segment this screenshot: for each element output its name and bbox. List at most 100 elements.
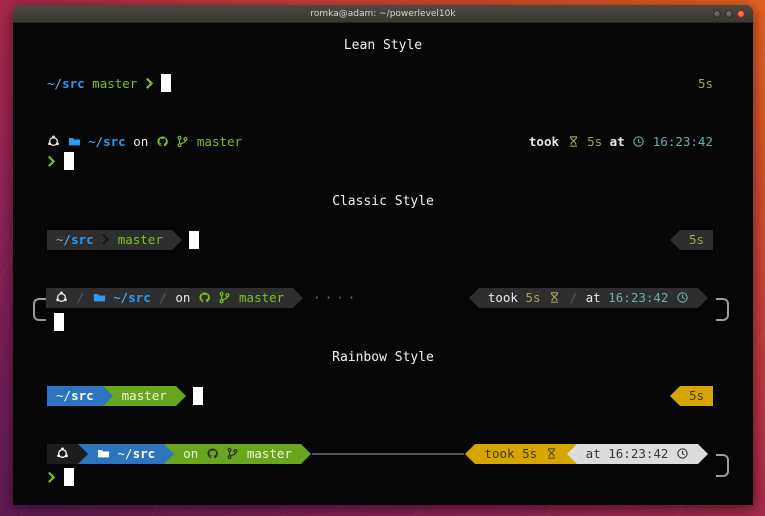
powerline-arrow [698, 288, 708, 308]
command-duration: 5s [698, 74, 713, 94]
text-cursor [161, 74, 171, 92]
home-path: ~/ [47, 76, 62, 91]
heading-text: Rainbow Style [332, 350, 434, 365]
classic-prompt-single: ~/src master 5s [47, 230, 713, 250]
heading-text: Classic Style [332, 194, 434, 209]
home-path: ~/ [56, 388, 71, 403]
prompt-chevron-icon [47, 155, 56, 168]
powerline-arrow [301, 444, 311, 464]
powerline-arrow [172, 230, 182, 250]
took-label: took [529, 134, 559, 149]
home-path: ~/ [88, 134, 103, 149]
terminal-content[interactable]: Lean Style ~/src master 5s ~/src on [13, 23, 753, 505]
duration-segment: 5s [680, 230, 713, 250]
segment-separator-icon [101, 233, 110, 246]
powerline-arrow [465, 444, 475, 464]
rainbow-left-prompt: ~/src master [47, 386, 203, 406]
hourglass-icon [545, 447, 558, 460]
segment-separator: / [159, 290, 167, 305]
github-octocat-icon [206, 447, 219, 460]
minimize-button[interactable] [713, 10, 721, 18]
rainbow-right-prompt: 5s [670, 386, 713, 406]
dir-name: src [133, 446, 156, 461]
left-segments: / ~/src / on master [46, 288, 293, 308]
prompt-frame-left [33, 298, 46, 321]
path-segment: ~/src master [47, 230, 172, 250]
terminal-window: romka@adam: ~/powerlevel10k Lean Style ~… [13, 5, 753, 505]
powerline-arrow [293, 288, 303, 308]
git-branch-name: master [197, 134, 242, 149]
section-heading-classic: Classic Style [13, 192, 753, 212]
powerline-arrow [176, 386, 186, 406]
dir-name: src [62, 76, 85, 91]
timestamp: 16:23:42 [653, 134, 713, 149]
prompt-chevron-icon [47, 471, 56, 484]
text-cursor [189, 231, 199, 249]
clock-icon [676, 291, 689, 304]
lean-left-prompt: ~/src master [47, 74, 171, 94]
section-heading-lean: Lean Style [13, 36, 753, 56]
command-duration: 5s [525, 290, 540, 305]
os-ubuntu-icon [47, 135, 60, 148]
git-branch-name: master [118, 232, 163, 247]
os-ubuntu-icon [55, 291, 68, 304]
window-title: romka@adam: ~/powerlevel10k [310, 9, 455, 19]
on-label: on [183, 446, 198, 461]
timestamp: 16:23:42 [608, 446, 668, 461]
time-segment: at 16:23:42 [577, 444, 698, 464]
segment-separator [567, 444, 577, 464]
rainbow-input-line [47, 468, 74, 488]
lean-prompt-single: ~/src master 5s [47, 74, 713, 94]
rainbow-prompt-line1: ~/src on master took 5s [47, 444, 708, 464]
folder-icon [93, 291, 106, 304]
classic-right-prompt: 5s [670, 230, 713, 250]
git-branch-icon [226, 447, 239, 460]
os-segment [47, 444, 78, 464]
at-label: at [610, 134, 625, 149]
git-branch-name: master [247, 446, 292, 461]
classic-prompt-line1: / ~/src / on master ···· [46, 288, 708, 308]
home-path: ~/ [118, 446, 133, 461]
classic-input-line [46, 312, 64, 332]
lean-right-prompt: took 5s at 16:23:42 [529, 132, 713, 152]
window-controls [713, 10, 745, 18]
heading-text: Lean Style [344, 38, 422, 53]
prompt-frame-right [716, 454, 729, 477]
git-branch-name: master [239, 290, 284, 305]
github-octocat-icon [198, 291, 211, 304]
window-titlebar[interactable]: romka@adam: ~/powerlevel10k [13, 5, 753, 23]
text-cursor [64, 152, 74, 170]
git-branch-icon [176, 135, 189, 148]
segment-separator [78, 444, 88, 464]
command-duration: 5s [522, 446, 537, 461]
powerline-arrow [670, 386, 680, 406]
vcs-segment: master [113, 386, 176, 406]
path-segment: ~/src [88, 444, 164, 464]
maximize-button[interactable] [725, 10, 733, 18]
command-duration: 5s [587, 134, 602, 149]
text-cursor [64, 468, 74, 486]
folder-icon [97, 447, 110, 460]
dir-name: src [71, 232, 94, 247]
section-heading-rainbow: Rainbow Style [13, 348, 753, 368]
powerline-arrow [670, 230, 680, 250]
clock-icon [632, 135, 645, 148]
on-label: on [133, 134, 148, 149]
segment-separator [164, 444, 174, 464]
duration-segment: 5s [680, 386, 713, 406]
github-octocat-icon [156, 135, 169, 148]
dir-name: src [103, 134, 126, 149]
lean-left-prompt: ~/src on master [47, 132, 242, 152]
segment-separator [103, 386, 113, 406]
prompt-chevron-icon [145, 77, 154, 90]
close-button[interactable] [737, 10, 745, 18]
hourglass-icon [548, 291, 561, 304]
gap-filler-dots: ···· [313, 288, 359, 308]
hourglass-icon [567, 135, 580, 148]
prompt-frame-right [716, 298, 729, 321]
dir-name: src [128, 290, 151, 305]
git-branch-name: master [122, 388, 167, 403]
duration-segment: took 5s [475, 444, 566, 464]
on-label: on [175, 290, 190, 305]
dir-name: src [71, 388, 94, 403]
